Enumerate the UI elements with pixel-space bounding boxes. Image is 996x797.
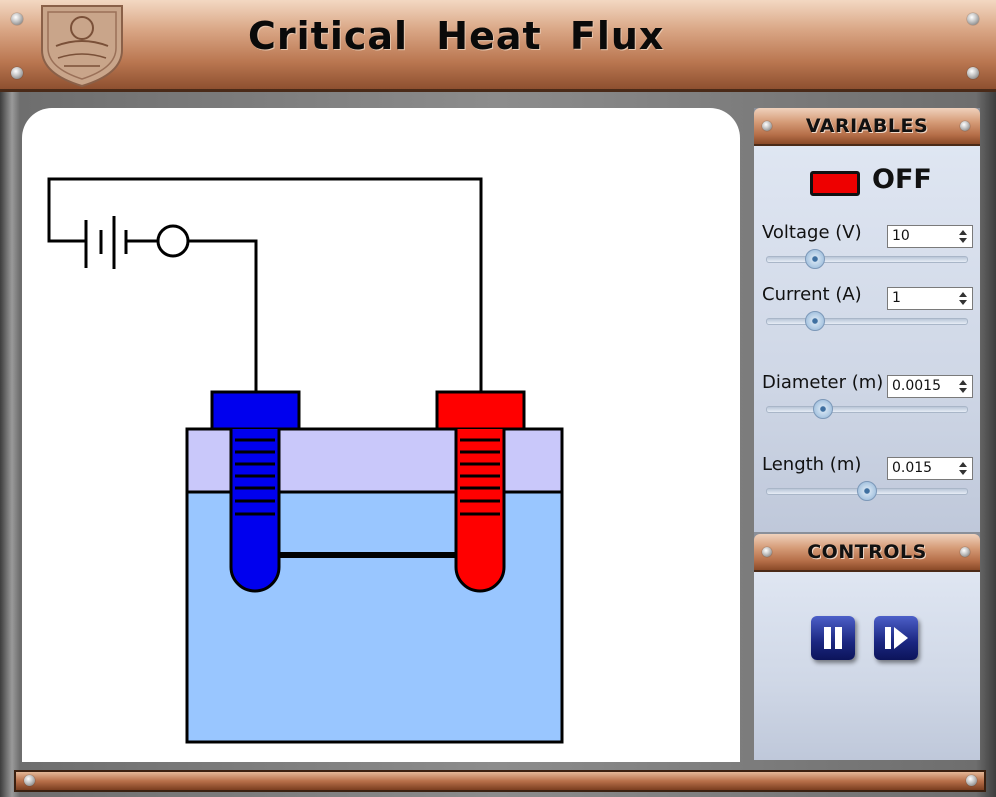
diameter-slider[interactable]	[766, 399, 968, 419]
step-forward-button[interactable]	[874, 616, 918, 660]
battery-symbol	[84, 216, 128, 269]
diameter-slider-knob[interactable]	[813, 399, 833, 419]
voltage-slider-knob[interactable]	[805, 249, 825, 269]
spinner-arrows-icon[interactable]	[957, 229, 969, 244]
rivet	[960, 121, 970, 131]
rivet	[24, 775, 35, 786]
spinner-arrows-icon[interactable]	[957, 291, 969, 306]
diameter-input[interactable]: 0.0015	[887, 375, 973, 398]
variables-body: OFF Voltage (V) 10 Current (A) 1 Diamete…	[754, 146, 980, 532]
rivet	[11, 13, 23, 25]
step-forward-icon	[885, 627, 908, 649]
controls-title: CONTROLS	[807, 541, 927, 563]
current-slider[interactable]	[766, 311, 968, 331]
length-slider[interactable]	[766, 481, 968, 501]
current-slider-knob[interactable]	[805, 311, 825, 331]
power-state-label: OFF	[872, 164, 932, 195]
voltage-value: 10	[892, 228, 910, 244]
footer-bar	[14, 770, 986, 792]
rivet	[960, 547, 970, 557]
controls-body	[754, 572, 980, 760]
voltage-slider[interactable]	[766, 249, 968, 269]
current-value: 1	[892, 290, 901, 306]
diameter-value: 0.0015	[892, 378, 941, 394]
circuit-wires	[47, 177, 483, 392]
length-input[interactable]: 0.015	[887, 457, 973, 480]
pause-icon	[824, 627, 842, 649]
spinner-arrows-icon[interactable]	[957, 379, 969, 394]
current-label: Current (A)	[762, 284, 862, 305]
page-title: Critical Heat Flux	[248, 14, 665, 58]
length-value: 0.015	[892, 460, 933, 476]
simulation-canvas	[22, 108, 740, 762]
length-label: Length (m)	[762, 454, 862, 475]
length-slider-knob[interactable]	[857, 481, 877, 501]
power-indicator[interactable]	[810, 171, 860, 196]
left-terminal	[210, 390, 301, 431]
rivet	[967, 67, 979, 79]
spinner-arrows-icon[interactable]	[957, 461, 969, 476]
rivet	[967, 13, 979, 25]
variables-title: VARIABLES	[805, 115, 929, 137]
rivet	[11, 67, 23, 79]
variables-header: VARIABLES	[754, 108, 980, 146]
voltage-label: Voltage (V)	[762, 222, 862, 243]
meter-symbol	[156, 224, 190, 258]
rivet	[966, 775, 977, 786]
voltage-input[interactable]: 10	[887, 225, 973, 248]
institute-logo	[36, 2, 128, 88]
current-input[interactable]: 1	[887, 287, 973, 310]
controls-header: CONTROLS	[754, 534, 980, 572]
side-panel: VARIABLES OFF Voltage (V) 10 Current (A)…	[754, 108, 980, 760]
right-terminal	[435, 390, 526, 431]
title-bar: Critical Heat Flux	[0, 0, 996, 92]
pause-button[interactable]	[811, 616, 855, 660]
diameter-label: Diameter (m)	[762, 372, 884, 393]
